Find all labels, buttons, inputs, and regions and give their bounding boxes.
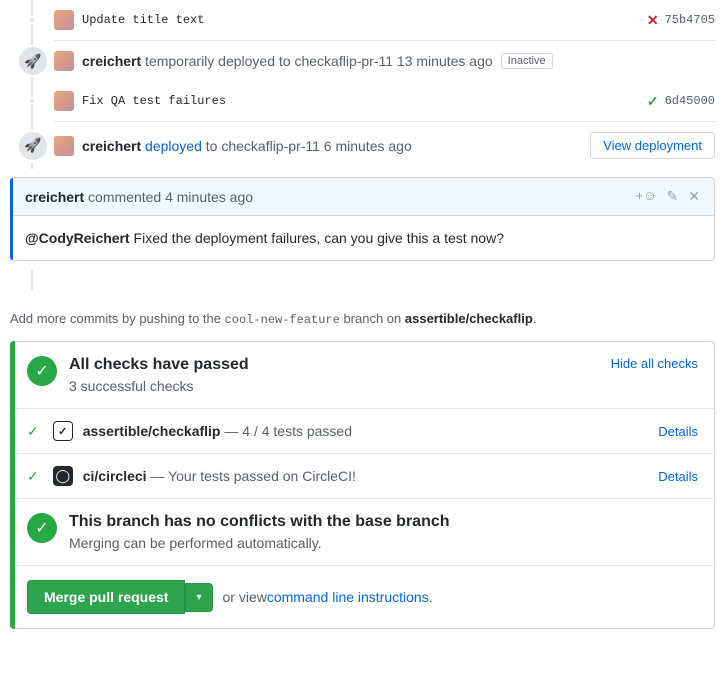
details-link[interactable]: Details	[658, 424, 698, 439]
commit-sha[interactable]: 75b4705	[665, 13, 715, 27]
check-icon[interactable]: ✓	[647, 93, 659, 110]
deploy-event: creichert deployed to checkaflip-pr-11 6…	[32, 122, 715, 169]
hint-suffix: .	[533, 311, 537, 326]
merge-title: This branch has no conflicts with the ba…	[69, 513, 450, 531]
view-deployment-button[interactable]: View deployment	[590, 132, 715, 159]
author-link[interactable]: creichert	[82, 138, 141, 154]
add-reaction-button[interactable]: +	[636, 188, 657, 205]
commit-sha[interactable]: 6d45000	[665, 94, 715, 108]
cli-instructions-link[interactable]: command line instructions	[267, 589, 429, 605]
commit-message[interactable]: Fix QA test failures	[82, 94, 226, 108]
assertible-icon	[53, 421, 73, 441]
hint-prefix: Add more commits by pushing to the	[10, 311, 225, 326]
hide-all-checks-link[interactable]: Hide all checks	[611, 356, 698, 371]
check-detail: — Your tests passed on CircleCI!	[147, 468, 356, 484]
check-icon: ✓	[27, 468, 39, 485]
rocket-badge	[17, 45, 49, 77]
deploy-event: creichert temporarily deployed to checka…	[32, 41, 715, 81]
comment-box: creichert commented 4 minutes ago + @Cod…	[10, 177, 715, 261]
commit-item: Update title text ✕ 75b4705	[32, 0, 715, 40]
comment-time[interactable]: 4 minutes ago	[165, 189, 253, 205]
avatar	[54, 136, 74, 156]
rocket-badge	[17, 130, 49, 162]
branch-name: cool-new-feature	[225, 313, 340, 327]
commit-dot-icon	[28, 97, 36, 105]
delete-comment-button[interactable]	[688, 188, 700, 205]
or-view-text: or view	[223, 589, 267, 605]
rocket-icon	[24, 137, 41, 154]
dot: .	[429, 589, 433, 605]
checks-title: All checks have passed	[69, 356, 249, 374]
rocket-icon	[24, 53, 41, 70]
deployed-link[interactable]: deployed	[145, 138, 202, 154]
merge-footer: Merge pull request or view command line …	[11, 566, 714, 628]
check-detail: — 4 / 4 tests passed	[220, 423, 352, 439]
author-link[interactable]: creichert	[82, 53, 141, 69]
avatar	[54, 51, 74, 71]
avatar	[54, 10, 74, 30]
mention[interactable]: @CodyReichert	[25, 230, 130, 246]
details-link[interactable]: Details	[658, 469, 698, 484]
merge-pull-request-button[interactable]: Merge pull request	[27, 580, 185, 614]
merge-options-dropdown[interactable]	[185, 583, 212, 612]
service-name[interactable]: ci/circleci	[83, 468, 147, 484]
comment-text: Fixed the deployment failures, can you g…	[130, 230, 504, 246]
emoji-icon	[643, 188, 656, 203]
repo-name: assertible/checkaflip	[405, 311, 533, 326]
inactive-badge: Inactive	[501, 53, 553, 69]
merge-sub: Merging can be performed automatically.	[69, 535, 450, 551]
check-circle-icon: ✓	[27, 356, 57, 386]
check-circle-icon: ✓	[27, 513, 57, 543]
circleci-icon	[53, 466, 73, 486]
service-name[interactable]: assertible/checkaflip	[83, 423, 221, 439]
comment-header: creichert commented 4 minutes ago +	[11, 178, 714, 216]
check-row: ✓ ci/circleci — Your tests passed on Cir…	[11, 454, 714, 499]
commit-dot-icon	[28, 16, 36, 24]
commit-message[interactable]: Update title text	[82, 13, 204, 27]
deploy-verb: temporarily deployed to	[145, 53, 291, 69]
checks-panel: ✓ All checks have passed 3 successful ch…	[10, 341, 715, 629]
x-icon[interactable]: ✕	[647, 12, 659, 29]
comment-body: @CodyReichert Fixed the deployment failu…	[11, 216, 714, 260]
checks-header: ✓ All checks have passed 3 successful ch…	[11, 342, 714, 409]
avatar	[54, 91, 74, 111]
edit-comment-button[interactable]	[667, 188, 679, 205]
commit-item: Fix QA test failures ✓ 6d45000	[32, 81, 715, 121]
hint-middle: branch on	[340, 311, 405, 326]
push-hint: Add more commits by pushing to the cool-…	[10, 311, 715, 327]
merge-status: ✓ This branch has no conflicts with the …	[11, 499, 714, 566]
checks-sub: 3 successful checks	[69, 378, 249, 394]
check-icon: ✓	[27, 423, 39, 440]
check-row: ✓ assertible/checkaflip — 4 / 4 tests pa…	[11, 409, 714, 454]
deploy-target: checkaflip-pr-11	[294, 53, 393, 69]
deploy-rest: to checkaflip-pr-11 6 minutes ago	[206, 138, 412, 154]
deploy-time: 13 minutes ago	[397, 53, 493, 69]
chevron-down-icon	[196, 592, 201, 603]
comment-author[interactable]: creichert	[25, 189, 84, 205]
comment-verb: commented	[88, 189, 161, 205]
